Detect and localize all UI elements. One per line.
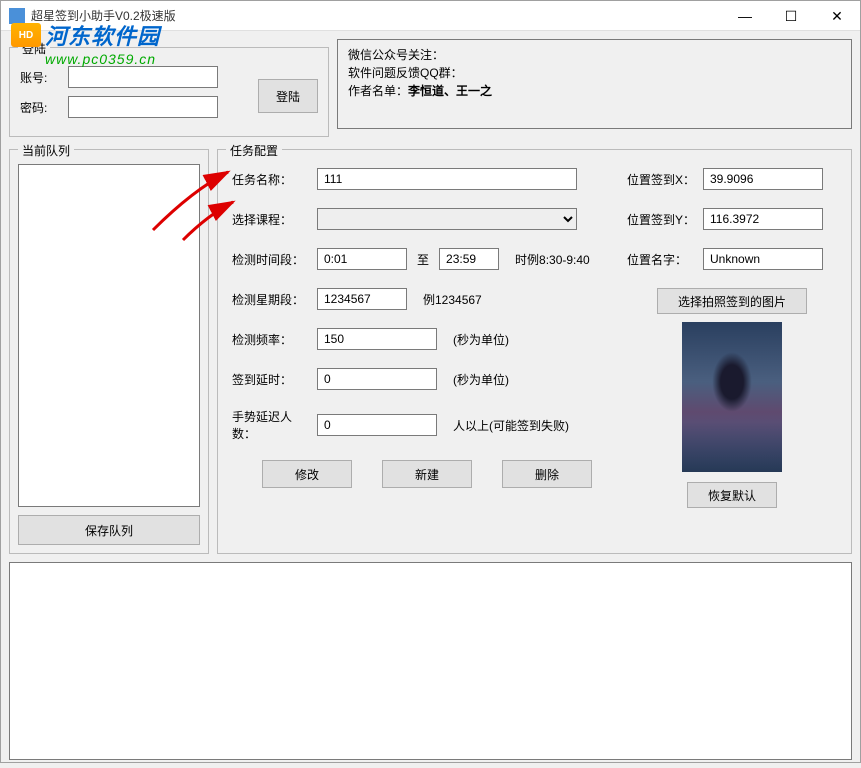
loc-name-label: 位置名字： (627, 251, 697, 268)
loc-x-input[interactable] (703, 168, 823, 190)
account-label: 账号: (20, 69, 60, 86)
login-group: 登陆 账号: 密码: 登陆 (9, 47, 329, 137)
info-line2: 软件问题反馈QQ群： (348, 64, 841, 82)
course-select[interactable] (317, 208, 577, 230)
week-hint: 例1234567 (423, 291, 482, 308)
restore-default-button[interactable]: 恢复默认 (687, 482, 777, 508)
gesture-input[interactable] (317, 414, 437, 436)
photo-preview (682, 322, 782, 472)
queue-group-title: 当前队列 (18, 142, 74, 159)
password-input[interactable] (68, 96, 218, 118)
save-queue-button[interactable]: 保存队列 (18, 515, 200, 545)
delay-hint: (秒为单位) (453, 371, 509, 388)
loc-x-label: 位置签到X： (627, 171, 697, 188)
new-button[interactable]: 新建 (382, 460, 472, 488)
freq-label: 检测频率： (232, 331, 307, 348)
time-from-input[interactable] (317, 248, 407, 270)
login-button[interactable]: 登陆 (258, 79, 318, 113)
password-label: 密码: (20, 99, 60, 116)
select-photo-button[interactable]: 选择拍照签到的图片 (657, 288, 807, 314)
freq-hint: (秒为单位) (453, 331, 509, 348)
queue-list[interactable] (18, 164, 200, 507)
window-title: 超星签到小助手V0.2极速版 (31, 7, 176, 24)
time-hint: 时例8:30-9:40 (515, 251, 590, 268)
account-input[interactable] (68, 66, 218, 88)
task-group-title: 任务配置 (226, 142, 282, 159)
freq-input[interactable] (317, 328, 437, 350)
loc-name-input[interactable] (703, 248, 823, 270)
info-line3-authors: 李恒道、王一之 (408, 84, 492, 98)
info-line1: 微信公众号关注： (348, 46, 841, 64)
task-name-input[interactable] (317, 168, 577, 190)
week-label: 检测星期段： (232, 291, 307, 308)
close-button[interactable]: ✕ (814, 1, 860, 31)
task-name-label: 任务名称： (232, 171, 307, 188)
login-group-title: 登陆 (18, 40, 50, 57)
time-to-input[interactable] (439, 248, 499, 270)
info-box: 微信公众号关注： 软件问题反馈QQ群： 作者名单：李恒道、王一之 (337, 39, 852, 129)
log-box[interactable] (9, 562, 852, 760)
titlebar: 超星签到小助手V0.2极速版 — ☐ ✕ (1, 1, 860, 31)
time-to-label: 至 (417, 251, 429, 268)
gesture-hint: 人以上(可能签到失败) (453, 417, 569, 434)
time-label: 检测时间段： (232, 251, 307, 268)
task-group: 任务配置 任务名称： 选择课程： (217, 149, 852, 554)
queue-group: 当前队列 保存队列 (9, 149, 209, 554)
week-input[interactable] (317, 288, 407, 310)
info-line3-prefix: 作者名单： (348, 84, 408, 98)
maximize-button[interactable]: ☐ (768, 1, 814, 31)
loc-y-input[interactable] (703, 208, 823, 230)
course-label: 选择课程： (232, 211, 307, 228)
delete-button[interactable]: 删除 (502, 460, 592, 488)
delay-label: 签到延时： (232, 371, 307, 388)
minimize-button[interactable]: — (722, 1, 768, 31)
modify-button[interactable]: 修改 (262, 460, 352, 488)
gesture-label: 手势延迟人数： (232, 408, 307, 442)
loc-y-label: 位置签到Y： (627, 211, 697, 228)
delay-input[interactable] (317, 368, 437, 390)
app-icon (9, 8, 25, 24)
